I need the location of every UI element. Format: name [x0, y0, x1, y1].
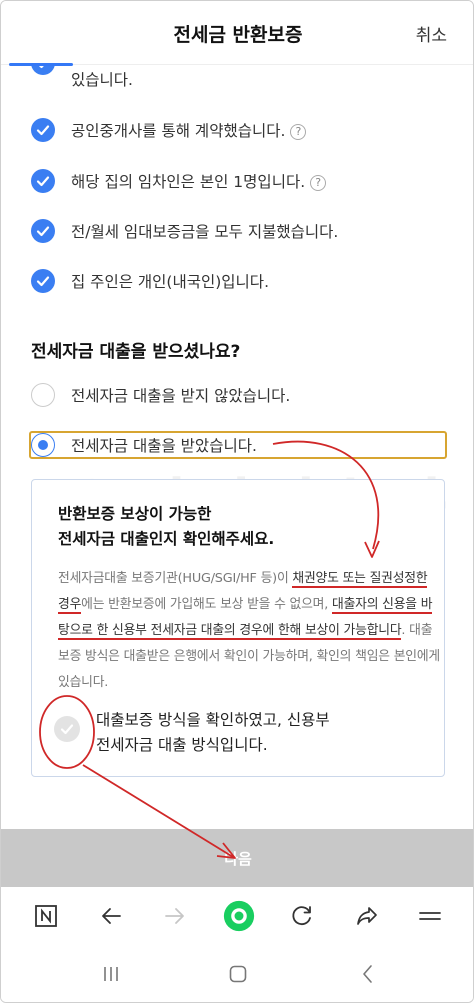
help-icon[interactable]: ? [310, 174, 327, 191]
cancel-button[interactable]: 취소 [416, 21, 447, 46]
radio-unselected-icon[interactable] [31, 383, 55, 407]
check-item[interactable]: 해당 집의 임차인은 본인 1명입니다.? [31, 169, 327, 193]
back-arrow-icon[interactable] [96, 901, 126, 931]
forward-arrow-icon[interactable] [160, 901, 190, 931]
agree-checkbox-row[interactable]: 대출보증 방식을 확인하였고, 신용부 전세자금 대출 방식입니다. [54, 708, 330, 758]
green-home-icon[interactable] [221, 898, 257, 934]
header: 전세금 반환보증 취소 [1, 1, 473, 66]
check-item-partial: 있습니다. [71, 71, 133, 89]
radio-label: 전세자금 대출을 받지 않았습니다. [71, 387, 291, 405]
check-item-label: 전/월세 임대보증금을 모두 지불했습니다. [71, 223, 339, 241]
next-button[interactable]: 다음 [1, 829, 473, 887]
menu-icon[interactable] [415, 901, 445, 931]
page-title: 전세금 반환보증 [173, 24, 303, 46]
check-item-label: 해당 집의 임차인은 본인 1명입니다. [71, 173, 306, 191]
help-icon[interactable]: ? [290, 123, 307, 140]
checked-icon[interactable] [31, 118, 55, 142]
scroll-indicator [9, 63, 73, 66]
checked-icon[interactable] [31, 169, 55, 193]
app-frame: 전세금 반환보증 취소 있습니다. 공인중개사를 통해 계약했습니다.? 해당 … [0, 0, 474, 1003]
recents-icon[interactable] [96, 961, 126, 987]
radio-selected-icon[interactable] [31, 433, 55, 457]
check-item[interactable]: 공인중개사를 통해 계약했습니다.? [31, 118, 307, 142]
info-title: 반환보증 보상이 가능한 전세자금 대출인지 확인해주세요. [58, 505, 275, 548]
radio-option-no-loan[interactable]: 전세자금 대출을 받지 않았습니다. [31, 383, 290, 407]
loan-info-box: 반환보증 보상이 가능한 전세자금 대출인지 확인해주세요. 전세자금대출 보증… [31, 479, 445, 777]
refresh-icon[interactable] [287, 901, 317, 931]
info-body: 전세자금대출 보증기관(HUG/SGI/HF 등)이 채권양도 또는 질권성정한… [58, 571, 441, 690]
home-icon[interactable] [223, 961, 253, 987]
check-item-label: 집 주인은 개인(내국인)입니다. [71, 273, 269, 291]
radio-label: 전세자금 대출을 받았습니다. [71, 437, 257, 455]
unchecked-icon[interactable] [54, 716, 80, 742]
system-navigation-bar [1, 945, 473, 1002]
check-item[interactable]: 전/월세 임대보증금을 모두 지불했습니다. [31, 219, 338, 243]
share-icon[interactable] [352, 901, 382, 931]
naver-n-icon[interactable] [31, 901, 61, 931]
browser-toolbar [1, 887, 473, 945]
check-item-label: 공인중개사를 통해 계약했습니다. [71, 122, 286, 140]
radio-option-loan[interactable]: 전세자금 대출을 받았습니다. [31, 433, 257, 457]
checked-icon[interactable] [31, 219, 55, 243]
check-item[interactable]: 집 주인은 개인(내국인)입니다. [31, 269, 269, 293]
agree-label: 대출보증 방식을 확인하였고, 신용부 전세자금 대출 방식입니다. [96, 711, 330, 754]
loan-question-title: 전세자금 대출을 받으셨나요? [31, 342, 241, 362]
back-icon[interactable] [353, 961, 383, 987]
checked-icon[interactable] [31, 269, 55, 293]
